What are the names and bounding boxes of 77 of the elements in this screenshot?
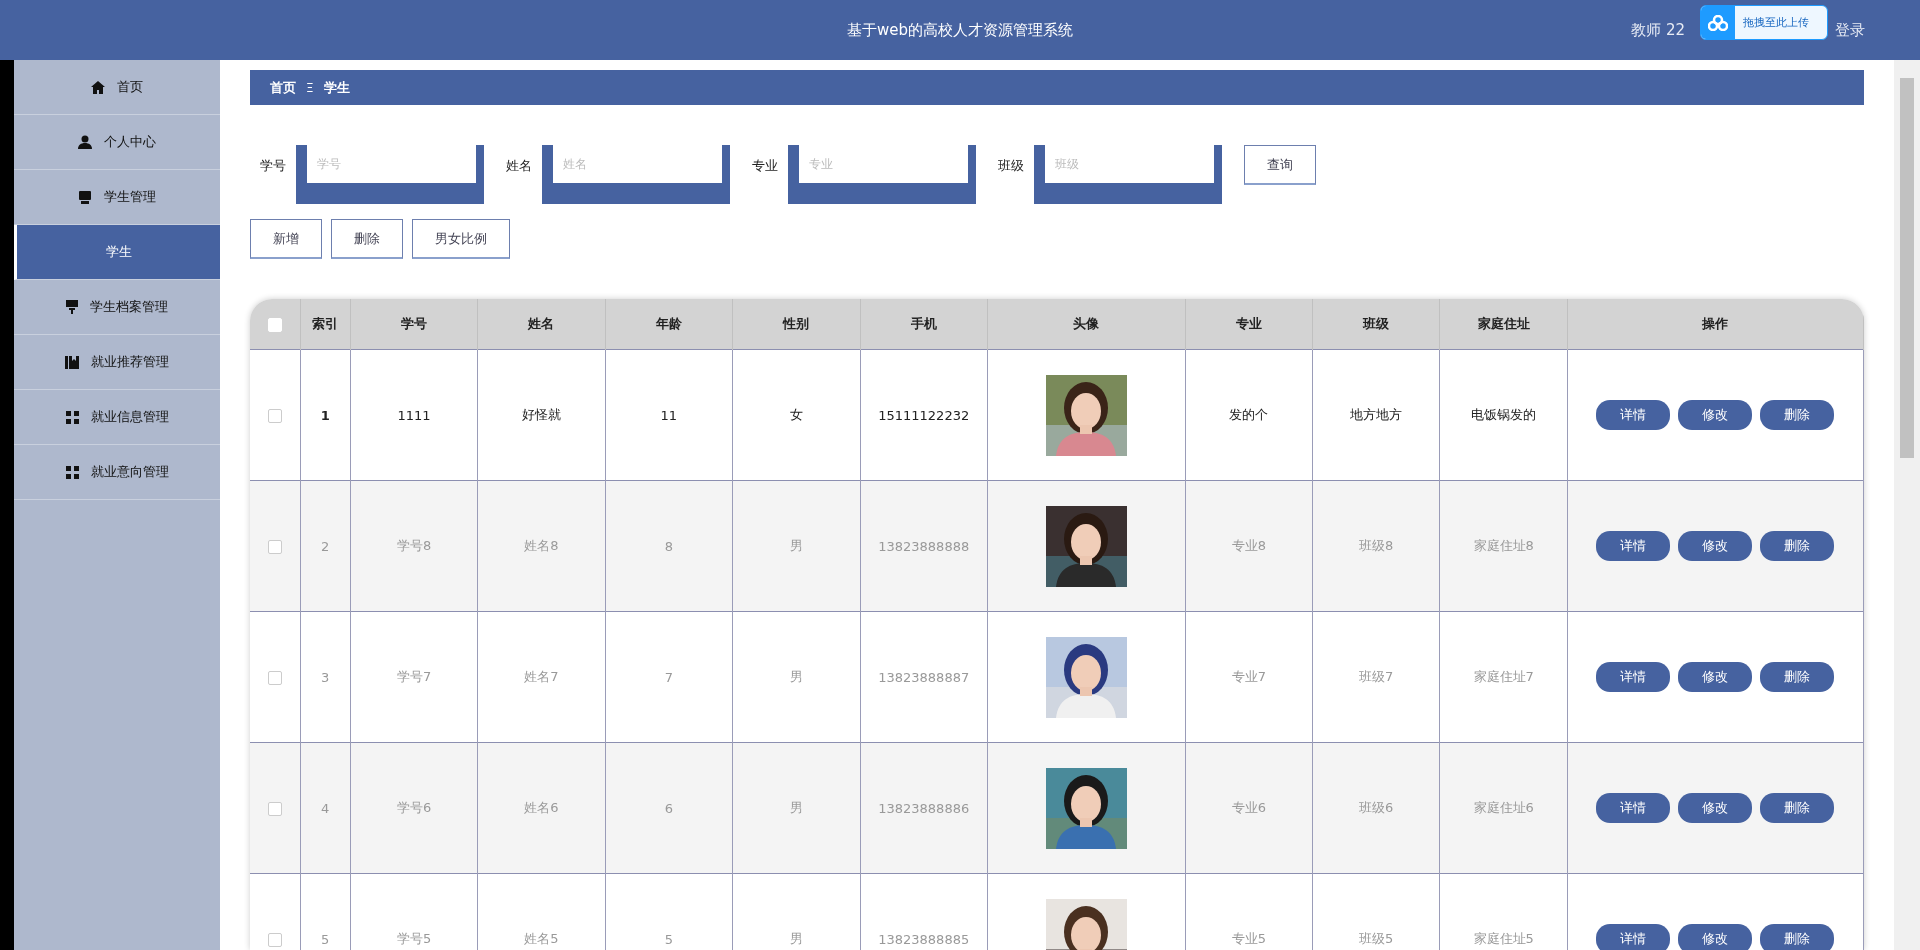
user-icon	[78, 135, 92, 149]
table-cell: 姓名5	[477, 873, 606, 950]
column-header: 姓名	[477, 299, 606, 350]
table-cell: 家庭住址5	[1439, 873, 1568, 950]
row-checkbox[interactable]	[267, 801, 282, 816]
table-cell: 专业5	[1185, 873, 1313, 950]
table-cell: 学号5	[350, 873, 478, 950]
logout-link[interactable]: 登录	[1835, 20, 1865, 40]
search-field[interactable]: 班级	[1034, 145, 1222, 205]
field-label: 学号	[260, 157, 286, 176]
row-action-button[interactable]: 详情	[1596, 924, 1671, 950]
column-header: 头像	[987, 299, 1186, 350]
row-action-button[interactable]: 详情	[1596, 400, 1671, 431]
table-cell: 男	[732, 873, 860, 950]
menu-item[interactable]: 就业信息管理	[14, 390, 220, 445]
column-header: 年龄	[605, 299, 733, 350]
tray-icon	[78, 190, 92, 204]
column-header: 班级	[1312, 299, 1440, 350]
column-header: 手机	[860, 299, 988, 350]
upload-drop-zone[interactable]: 拖拽至此上传	[1700, 5, 1828, 40]
row-action-button[interactable]: 详情	[1596, 531, 1671, 562]
pin-icon	[66, 300, 78, 314]
table-cell: 5	[300, 873, 351, 950]
grid-icon	[65, 410, 79, 424]
table-cell: 13823888885	[860, 873, 988, 950]
column-header: 专业	[1185, 299, 1313, 350]
action-button[interactable]: 男女比例	[412, 219, 510, 260]
column-header: 操作	[1567, 299, 1864, 350]
menu-item[interactable]: 首页	[14, 60, 220, 115]
table-cell: 班级5	[1312, 873, 1440, 950]
breadcrumb-separator: Ξ	[306, 80, 314, 95]
row-checkbox[interactable]	[267, 932, 282, 947]
search-field[interactable]: 专业	[788, 145, 976, 205]
row-action-button[interactable]: 删除	[1760, 531, 1835, 562]
search-field[interactable]: 学号	[296, 145, 484, 205]
field-label: 班级	[998, 157, 1024, 176]
row-action-button[interactable]: 详情	[1596, 662, 1671, 693]
row-action-button[interactable]: 修改	[1678, 924, 1753, 950]
row-action-button[interactable]: 删除	[1760, 662, 1835, 693]
user-name: 教师 22	[1631, 20, 1685, 40]
upload-label: 拖拽至此上传	[1743, 15, 1809, 30]
breadcrumb-item[interactable]: 学生	[323, 78, 350, 97]
home-icon	[91, 80, 105, 94]
menu-item[interactable]: 就业意向管理	[14, 445, 220, 500]
search-field[interactable]: 姓名	[542, 145, 730, 205]
row-action-button[interactable]: 修改	[1678, 793, 1753, 824]
select-all-checkbox[interactable]	[267, 317, 282, 332]
menu-item[interactable]: 学生	[14, 225, 220, 280]
breadcrumb-item[interactable]: 首页	[270, 78, 296, 97]
row-checkbox[interactable]	[267, 539, 282, 554]
row-action-button[interactable]: 修改	[1678, 662, 1753, 693]
action-button[interactable]: 新增	[250, 219, 322, 260]
row-checkbox[interactable]	[267, 670, 282, 685]
cloud-icon	[1708, 14, 1728, 31]
menu-item[interactable]: 个人中心	[14, 115, 220, 170]
row-action-button[interactable]: 修改	[1678, 400, 1753, 431]
table-cell: 5	[605, 873, 733, 950]
scrollbar[interactable]	[1894, 60, 1920, 950]
row-action-button[interactable]: 修改	[1678, 531, 1753, 562]
menu-item[interactable]: 就业推荐管理	[14, 335, 220, 390]
book-icon	[65, 355, 79, 369]
app-title: 基于web的高校人才资源管理系统	[847, 20, 1073, 40]
row-action-button[interactable]: 删除	[1760, 924, 1835, 950]
search-button[interactable]: 查询	[1244, 145, 1316, 186]
column-header: 性别	[732, 299, 860, 350]
action-button[interactable]: 删除	[331, 219, 403, 260]
field-label: 姓名	[506, 157, 532, 176]
row-action-button[interactable]: 详情	[1596, 793, 1671, 824]
grid-icon	[65, 465, 79, 479]
menu-item[interactable]: 学生档案管理	[14, 280, 220, 335]
column-header: 索引	[300, 299, 351, 350]
column-header: 学号	[350, 299, 478, 350]
column-header: 家庭住址	[1439, 299, 1568, 350]
row-checkbox[interactable]	[267, 408, 282, 423]
row-action-button[interactable]: 删除	[1760, 793, 1835, 824]
field-label: 专业	[752, 157, 778, 176]
row-action-button[interactable]: 删除	[1760, 400, 1835, 431]
